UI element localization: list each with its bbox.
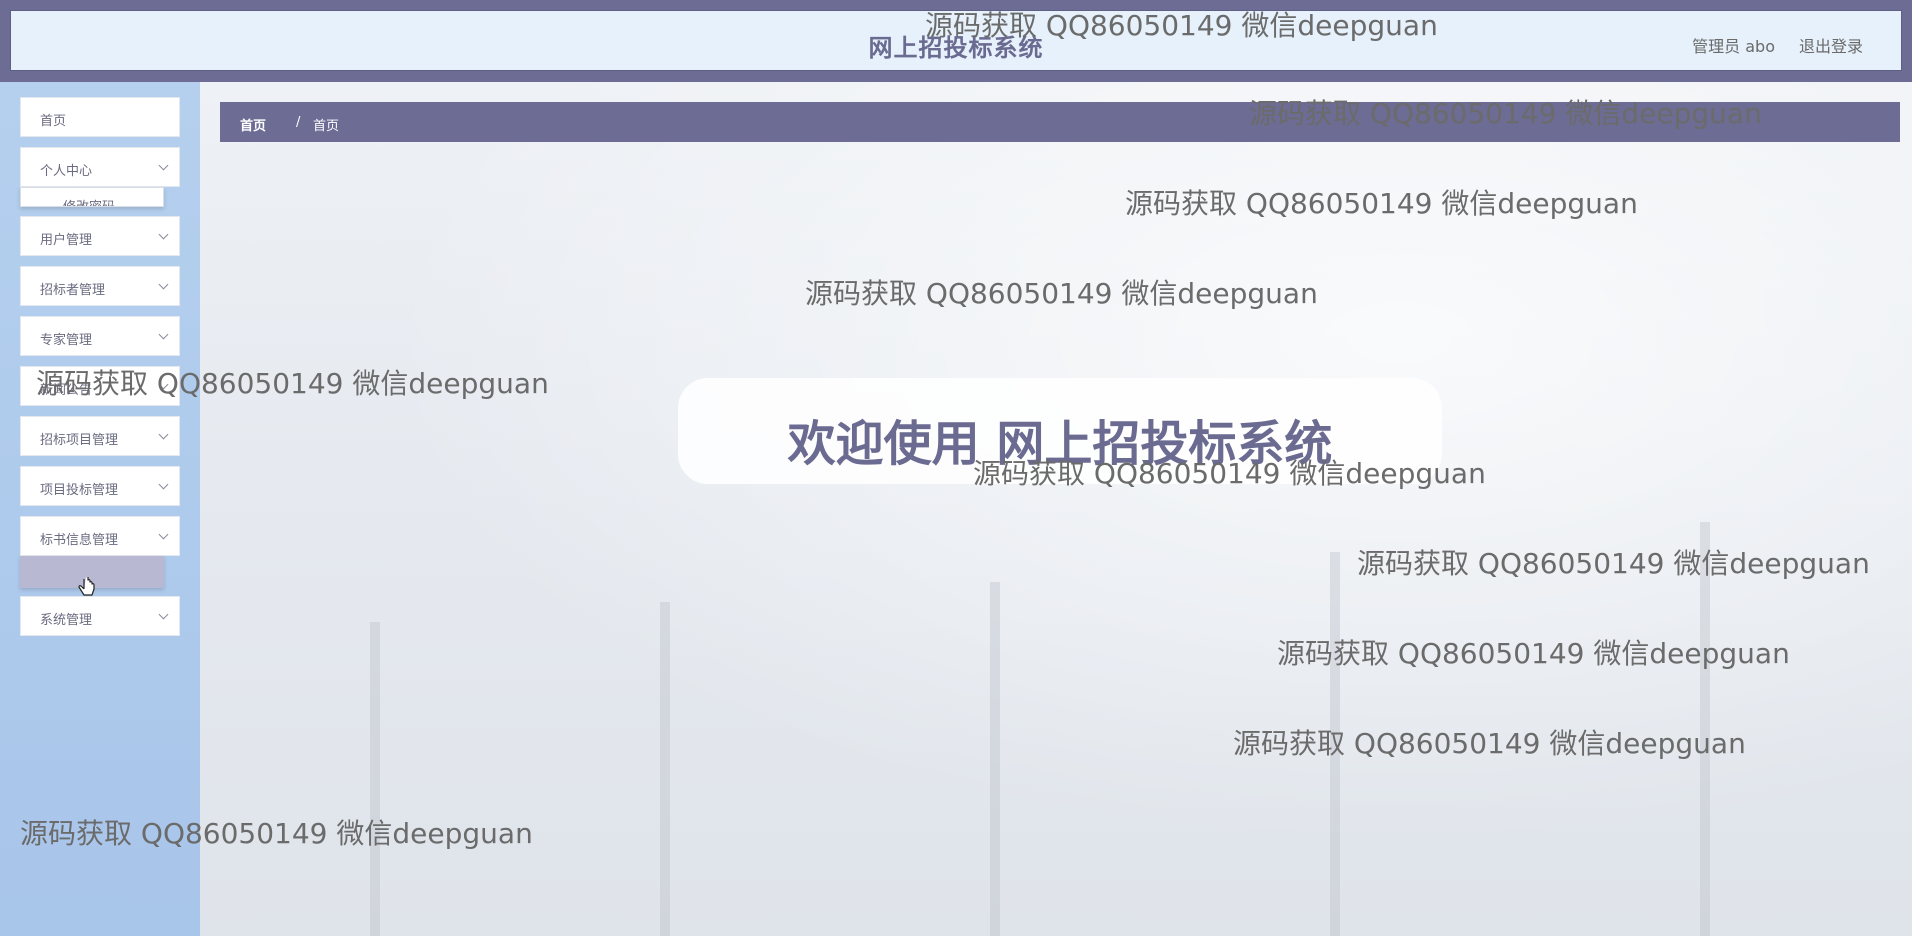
logout-link[interactable]: 退出登录	[1799, 33, 1863, 57]
background-decoration	[370, 622, 380, 936]
background-decoration	[990, 582, 1000, 936]
submenu-change-password[interactable]: 修改密码	[20, 187, 164, 207]
watermark-text: 源码获取 QQ86050149 微信deepguan	[1249, 97, 1762, 130]
sidebar-item-personal-center[interactable]: 个人中心	[20, 147, 180, 187]
user-info: 管理员 abo	[1692, 37, 1775, 56]
watermark-text: 源码获取 QQ86050149 微信deepguan	[1357, 547, 1870, 580]
watermark-text: 源码获取 QQ86050149 微信deepguan	[925, 9, 1438, 42]
sidebar-item-project-bids[interactable]: 项目投标管理	[20, 466, 180, 506]
sidebar-item-label: 标书信息管理	[40, 533, 119, 548]
chevron-down-icon	[158, 429, 169, 440]
sidebar-item-label: 用户管理	[40, 233, 93, 248]
chevron-down-icon	[158, 229, 169, 240]
watermark-text: 源码获取 QQ86050149 微信deepguan	[1125, 187, 1638, 220]
sidebar-item-user-management[interactable]: 用户管理	[20, 216, 180, 256]
sidebar-item-home[interactable]: 首页	[20, 97, 180, 137]
sidebar-item-expert-management[interactable]: 专家管理	[20, 316, 180, 356]
watermark-text: 源码获取 QQ86050149 微信deepguan	[805, 277, 1318, 310]
breadcrumb-current: 首页	[313, 119, 340, 134]
breadcrumb-home-link[interactable]: 首页	[240, 115, 266, 134]
hand-pointer-icon	[78, 577, 95, 596]
watermark-text: 源码获取 QQ86050149 微信deepguan	[973, 457, 1486, 490]
sidebar-item-system[interactable]: 系统管理	[20, 596, 180, 636]
sidebar-item-label: 招标者管理	[40, 283, 106, 298]
sidebar-item-tenderer-management[interactable]: 招标者管理	[20, 266, 180, 306]
watermark-text: 源码获取 QQ86050149 微信deepguan	[1233, 727, 1746, 760]
chevron-down-icon	[158, 479, 169, 490]
main-content: 首页 / 首页 欢迎使用 网上招投标系统	[200, 82, 1912, 936]
sidebar-item-label: 个人中心	[40, 164, 93, 179]
sidebar-item-bid-documents[interactable]: 标书信息管理	[20, 516, 180, 556]
sidebar-item-tender-projects[interactable]: 招标项目管理	[20, 416, 180, 456]
sidebar-item-label: 首页	[40, 114, 67, 129]
chevron-down-icon	[158, 609, 169, 620]
sidebar-item-label: 招标项目管理	[40, 433, 119, 448]
chevron-down-icon	[158, 329, 169, 340]
sidebar: 首页 个人中心 修改密码 用户管理 招标者管理 专家管理 新闻公告 招标项目管理…	[0, 82, 200, 936]
background-decoration	[660, 602, 670, 936]
breadcrumb-separator: /	[296, 115, 301, 130]
chevron-down-icon	[158, 279, 169, 290]
chevron-down-icon	[158, 160, 169, 171]
sidebar-item-label: 系统管理	[40, 613, 93, 628]
watermark-text: 源码获取 QQ86050149 微信deepguan	[1277, 637, 1790, 670]
chevron-down-icon	[158, 529, 169, 540]
submenu-label: 修改密码	[63, 196, 115, 206]
sidebar-item-label: 项目投标管理	[40, 483, 119, 498]
watermark-text: 源码获取 QQ86050149 微信deepguan	[20, 817, 533, 850]
watermark-text: 源码获取 QQ86050149 微信deepguan	[36, 367, 549, 400]
sidebar-item-label: 专家管理	[40, 333, 93, 348]
